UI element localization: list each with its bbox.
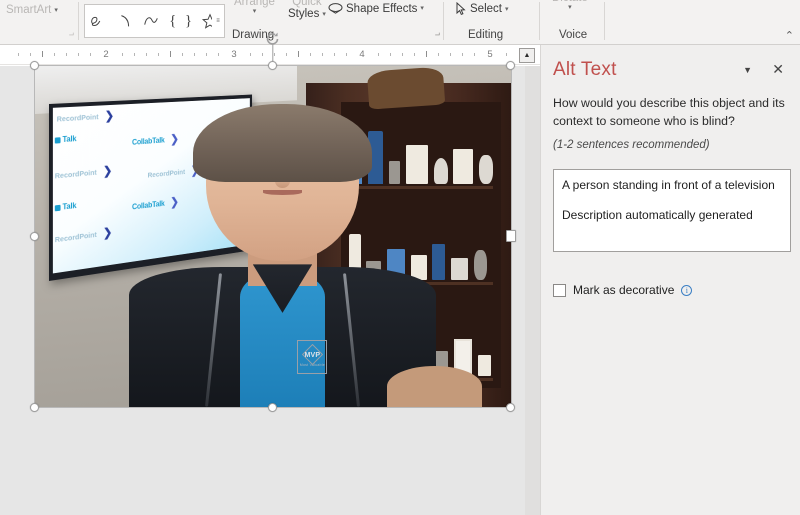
scribble-shape-icon[interactable] [89,11,107,31]
mouth-smile [262,189,303,195]
resize-handle-top-center[interactable] [268,61,277,70]
recordpoint-logo: RecordPoint [56,111,99,123]
resize-handle-middle-right[interactable] [506,230,516,242]
mark-as-decorative-row[interactable]: Mark as decorative i [553,283,693,297]
dictate-button[interactable]: Dictate ▾ [552,0,588,11]
chevron-down-icon: ▾ [322,10,326,18]
chevron-right-icon: ❯ [103,224,113,240]
person-subject: MVP Most Valuable [129,103,436,407]
arrange-label: Arrange [234,0,275,8]
cursor-select-icon [456,2,466,16]
ruler-number-4: 4 [359,49,365,60]
chevron-up-icon: ▲ [523,52,531,59]
alt-text-question: How would you describe this object and i… [553,96,785,128]
resize-handle-bottom-right[interactable] [506,403,515,412]
select-button[interactable]: Select ▾ [455,2,508,16]
pane-options-chevron-down-icon[interactable]: ▼ [743,65,752,75]
selected-picture[interactable]: RecordPoint ❯ Talk CollabTalk ❯ RecordPo… [30,32,516,412]
ribbon-divider [443,2,444,40]
resize-handle-bottom-left[interactable] [30,403,39,412]
shape-effects-icon [328,3,343,14]
photo-content: RecordPoint ❯ Talk CollabTalk ❯ RecordPo… [35,66,511,407]
editing-group-label: Editing [468,29,504,41]
shape-effects-button[interactable]: Shape Effects ▾ [328,2,424,15]
chevron-right-icon: ❯ [105,108,115,123]
select-label: Select [470,3,502,15]
recordpoint-logo: RecordPoint [55,166,97,180]
mvp-badge-title: MVP [304,352,321,360]
ruler-number-2: 2 [103,49,109,60]
alt-text-pane: Alt Text ▼ ✕ How would you describe this… [540,45,800,515]
resize-handle-bottom-center[interactable] [268,403,277,412]
alt-text-line-1: A person standing in front of a televisi… [562,178,775,192]
resize-handle-top-left[interactable] [30,61,39,70]
chevron-down-icon: ▾ [54,6,58,14]
alt-text-line-2: Description automatically generated [562,208,753,223]
drawing-dialog-launcher[interactable] [430,30,440,40]
quick-styles-label: Styles [288,8,320,20]
alt-text-input[interactable]: A person standing in front of a televisi… [553,169,791,252]
ruler-number-5: 5 [487,49,493,60]
info-icon[interactable]: i [681,284,693,296]
voice-group-label: Voice [559,29,588,41]
powerpoint-window: SmartArt ▾ { } [0,0,800,515]
alt-text-hint: (1-2 sentences recommended) [553,139,710,151]
quick-styles-label-bottom-wrap: Styles ▾ [288,8,326,20]
chevron-down-icon: ▾ [568,4,572,11]
ruler-number-3: 3 [231,49,237,60]
collapse-ribbon-button[interactable]: ⌃ [785,29,794,42]
quick-styles-label-top: Quick [292,0,322,8]
mark-as-decorative-checkbox[interactable] [553,283,566,297]
shape-effects-label: Shape Effects [346,2,418,15]
collabtalk-logo: Talk [55,201,77,212]
chevron-down-icon: ▾ [504,5,509,13]
right-brace-shape-icon[interactable]: } [185,13,192,30]
chevron-right-icon: ❯ [103,163,113,178]
gallery-more-icon: ≡ [216,17,220,24]
alt-text-pane-title: Alt Text [553,59,617,80]
arc-shape-icon[interactable] [116,11,134,31]
rotation-handle[interactable] [264,30,282,48]
recordpoint-logo: RecordPoint [55,229,97,244]
mark-as-decorative-label: Mark as decorative [573,283,675,297]
left-brace-shape-icon[interactable]: { [169,13,176,30]
smartart-button[interactable]: SmartArt ▾ [6,4,58,16]
mvp-badge: MVP Most Valuable [297,340,328,375]
smartart-label: SmartArt [6,4,52,16]
chevron-down-icon: ▾ [420,5,424,12]
ribbon-divider [604,2,605,40]
quick-styles-button[interactable]: Quick Styles ▾ [288,0,326,20]
arrange-button[interactable]: Arrange ▾ [234,0,275,15]
canvas-right-gutter [525,66,540,515]
chevron-down-icon: ▾ [252,8,257,15]
collabtalk-logo: Talk [55,134,77,144]
rotate-icon [266,32,279,45]
ribbon-divider [539,2,540,40]
shapes-gallery-more-button[interactable]: ≡ [212,4,225,38]
curve-shape-icon[interactable] [142,11,160,31]
shapes-gallery-wrap: { } ≡ [0,4,240,46]
shapes-gallery[interactable]: { } [84,4,224,38]
foreground-head [387,366,483,407]
ribbon: SmartArt ▾ { } [0,0,800,45]
resize-handle-middle-left[interactable] [30,232,39,241]
resize-handle-top-right[interactable] [506,61,515,70]
picture-frame[interactable]: RecordPoint ❯ Talk CollabTalk ❯ RecordPo… [34,65,512,408]
close-icon[interactable]: ✕ [772,62,784,76]
hair [193,103,372,183]
scroll-up-button[interactable]: ▲ [519,48,535,63]
